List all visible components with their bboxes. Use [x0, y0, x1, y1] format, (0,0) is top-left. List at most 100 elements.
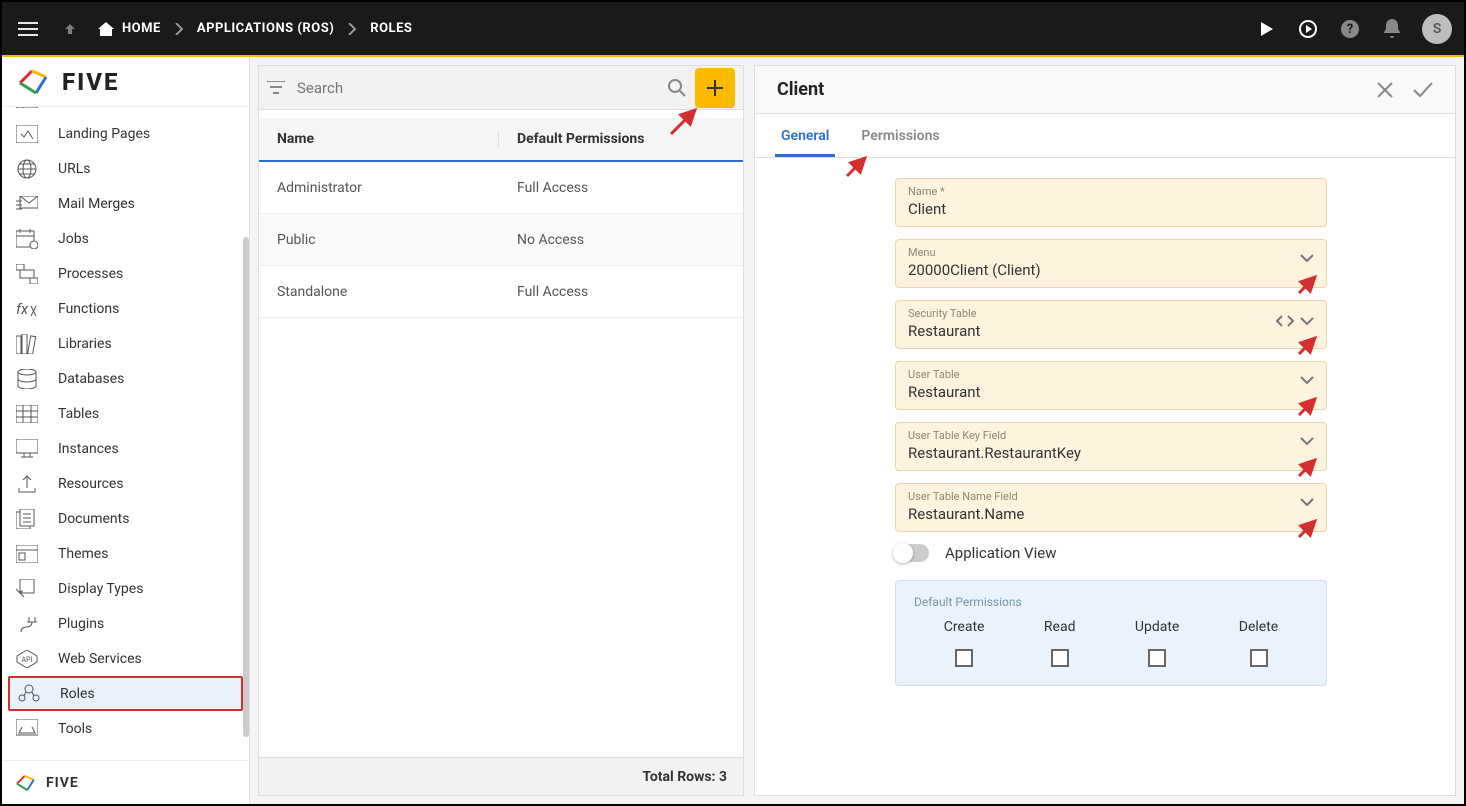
perm-create-checkbox[interactable] [955, 649, 973, 667]
sidebar-item-roles[interactable]: Roles [8, 676, 243, 711]
center-area: Name Default Permissions AdministratorFu… [250, 57, 1464, 804]
detail-title: Client [777, 79, 824, 100]
list-row[interactable]: PublicNo Access [259, 214, 743, 266]
sidebar-item-instances[interactable]: Instances [2, 431, 249, 466]
sidebar-item-processes[interactable]: Processes [2, 256, 249, 291]
cursor-icon [14, 578, 40, 600]
sidebar-item-display[interactable]: Display Types [2, 571, 249, 606]
table-icon [14, 403, 40, 425]
filter-icon[interactable] [267, 81, 289, 95]
run-icon[interactable] [1296, 17, 1320, 41]
mail-icon [14, 193, 40, 215]
check-icon[interactable] [1413, 82, 1433, 98]
list-footer: Total Rows: 3 [259, 757, 743, 795]
breadcrumb-apps[interactable]: APPLICATIONS (ROS) [197, 21, 334, 36]
list-panel: Name Default Permissions AdministratorFu… [258, 65, 744, 796]
landing-icon [14, 123, 40, 145]
svg-text:?: ? [1347, 22, 1353, 37]
detail-header: Client [755, 66, 1455, 114]
help-icon[interactable]: ? [1338, 17, 1362, 41]
logo-text: FIVE [62, 68, 120, 96]
perm-delete-checkbox[interactable] [1250, 649, 1268, 667]
perm-create: Create [944, 619, 985, 667]
chevron-right-icon [348, 23, 356, 35]
field-user-key[interactable]: User Table Key Field Restaurant.Restaura… [895, 422, 1327, 471]
close-icon[interactable] [1377, 82, 1393, 98]
field-security-table[interactable]: Security Table Restaurant [895, 300, 1327, 349]
logo-mark-icon [16, 65, 52, 99]
app-view-row: Application View [895, 544, 1415, 562]
chevron-down-icon[interactable] [1300, 317, 1314, 325]
database-icon [14, 368, 40, 390]
play-icon[interactable] [1254, 17, 1278, 41]
sidebar-item-databases[interactable]: Databases [2, 361, 249, 396]
sidebar-item-functions[interactable]: fxFunctions [2, 291, 249, 326]
docs-icon [14, 508, 40, 530]
field-user-name[interactable]: User Table Name Field Restaurant.Name [895, 483, 1327, 532]
chevron-right-icon [175, 23, 183, 35]
sidebar-item-webservices[interactable]: APIWeb Services [2, 641, 249, 676]
sidebar-footer: FIVE [2, 760, 249, 804]
breadcrumb-home[interactable]: HOME [98, 21, 161, 36]
code-icon[interactable] [1276, 315, 1294, 327]
perm-read-checkbox[interactable] [1051, 649, 1069, 667]
sidebar-item-menus[interactable]: Menus [2, 107, 249, 116]
app-view-label: Application View [945, 544, 1056, 562]
perm-read: Read [1044, 619, 1076, 667]
roles-icon [16, 683, 42, 705]
sidebar-items: Menus Landing Pages URLs Mail Merges Job… [2, 107, 249, 760]
perm-update-checkbox[interactable] [1148, 649, 1166, 667]
field-menu[interactable]: Menu 20000Client (Client) [895, 239, 1327, 288]
breadcrumb-roles[interactable]: ROLES [370, 21, 412, 36]
sidebar-item-jobs[interactable]: Jobs [2, 221, 249, 256]
chevron-down-icon[interactable] [1300, 254, 1314, 262]
sidebar-item-plugins[interactable]: Plugins [2, 606, 249, 641]
calendar-icon [14, 228, 40, 250]
sidebar-item-landing[interactable]: Landing Pages [2, 116, 249, 151]
annotation-arrow-icon [843, 150, 873, 180]
fx-icon: fx [14, 298, 40, 320]
field-user-table[interactable]: User Table Restaurant [895, 361, 1327, 410]
chevron-down-icon[interactable] [1300, 498, 1314, 506]
sidebar-item-tables[interactable]: Tables [2, 396, 249, 431]
default-permissions-box: Default Permissions Create Read Update D… [895, 580, 1327, 686]
add-button[interactable] [695, 68, 735, 108]
chevron-down-icon[interactable] [1300, 376, 1314, 384]
bell-icon[interactable] [1380, 17, 1404, 41]
form-body: Name * Client Menu 20000Client (Client) … [755, 158, 1455, 795]
sidebar-item-documents[interactable]: Documents [2, 501, 249, 536]
search-icon[interactable] [667, 78, 687, 98]
detail-panel: Client General Permissions Name * Client [754, 65, 1456, 796]
svg-text:fx: fx [16, 300, 29, 318]
api-icon: API [14, 648, 40, 670]
list-row[interactable]: AdministratorFull Access [259, 162, 743, 214]
chevron-down-icon[interactable] [1300, 437, 1314, 445]
field-name[interactable]: Name * Client [895, 178, 1327, 227]
upload-icon [14, 473, 40, 495]
process-icon [14, 263, 40, 285]
col-header-name[interactable]: Name [259, 131, 499, 147]
sidebar-item-urls[interactable]: URLs [2, 151, 249, 186]
tab-general[interactable]: General [775, 118, 835, 157]
logo: FIVE [2, 57, 249, 107]
monitor-icon [14, 438, 40, 460]
up-arrow-icon[interactable] [56, 15, 84, 43]
search-input[interactable] [297, 79, 659, 97]
list-row[interactable]: StandaloneFull Access [259, 266, 743, 318]
app-view-toggle[interactable] [895, 544, 929, 562]
sidebar-item-resources[interactable]: Resources [2, 466, 249, 501]
hamburger-icon[interactable] [14, 15, 42, 43]
col-header-def[interactable]: Default Permissions [499, 131, 743, 147]
scrollbar[interactable] [243, 237, 249, 737]
tab-permissions[interactable]: Permissions [855, 118, 945, 157]
perm-update: Update [1135, 619, 1179, 667]
sidebar-item-tools[interactable]: Tools [2, 711, 249, 746]
sidebar-item-mail[interactable]: Mail Merges [2, 186, 249, 221]
search-row [259, 66, 743, 110]
plus-icon [706, 79, 724, 97]
perm-row: Create Read Update Delete [914, 619, 1308, 667]
plug-icon [14, 613, 40, 635]
sidebar-item-libraries[interactable]: Libraries [2, 326, 249, 361]
sidebar-item-themes[interactable]: Themes [2, 536, 249, 571]
avatar[interactable]: S [1422, 14, 1452, 44]
